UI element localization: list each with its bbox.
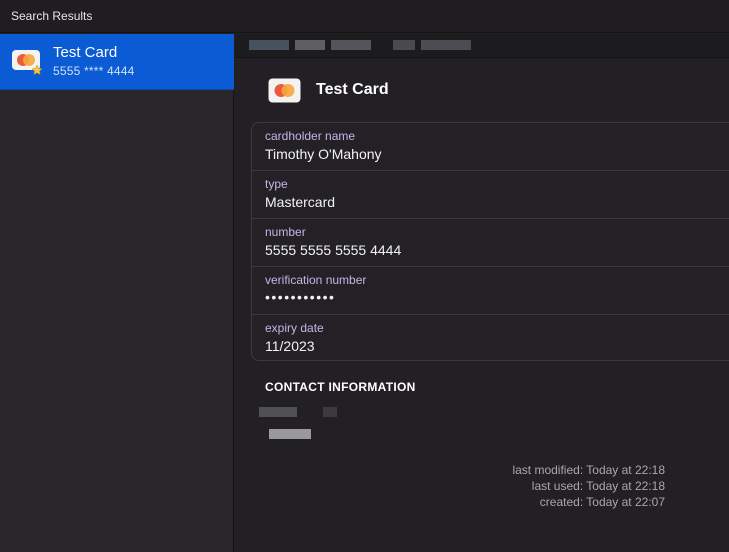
field-value-masked: •••••••••••	[265, 289, 336, 305]
last-used: last used: Today at 22:18	[531, 479, 665, 493]
card-fields: cardholder name Timothy O'Mahony type Ma…	[251, 122, 729, 361]
result-item-test-card[interactable]: Test Card 5555 **** 4444	[0, 34, 234, 90]
field-label: type	[265, 177, 288, 191]
result-title: Test Card	[53, 44, 118, 61]
header-title: Search Results	[11, 9, 93, 23]
mastercard-icon	[268, 78, 301, 103]
last-modified: last modified: Today at 22:18	[512, 463, 665, 477]
contact-information-heading: CONTACT INFORMATION	[265, 380, 416, 394]
field-value: 5555 5555 5555 4444	[265, 242, 402, 258]
field-expiry-date[interactable]: expiry date 11/2023	[252, 315, 729, 360]
redacted-banner	[235, 34, 729, 58]
field-label: cardholder name	[265, 129, 356, 143]
field-value: Mastercard	[265, 194, 336, 210]
field-cardholder-name[interactable]: cardholder name Timothy O'Mahony	[252, 123, 729, 171]
field-label: expiry date	[265, 321, 324, 335]
search-results-header: Search Results	[0, 0, 729, 33]
created: created: Today at 22:07	[539, 495, 665, 509]
detail-pane: Test Card cardholder name Timothy O'Maho…	[235, 34, 729, 552]
credit-card-icon	[12, 50, 43, 75]
app-window: Search Results Test Card 5555 **** 4444	[0, 0, 729, 552]
field-label: verification number	[265, 273, 367, 287]
field-type[interactable]: type Mastercard	[252, 171, 729, 219]
item-metadata: last modified: Today at 22:18 last used:…	[405, 462, 665, 510]
item-title: Test Card	[316, 81, 389, 98]
field-value: Timothy O'Mahony	[265, 146, 382, 162]
result-subtitle: 5555 **** 4444	[53, 64, 135, 78]
results-sidebar: Test Card 5555 **** 4444	[0, 34, 234, 552]
field-value: 11/2023	[265, 338, 315, 354]
field-verification-number[interactable]: verification number •••••••••••	[252, 267, 729, 315]
field-label: number	[265, 225, 306, 239]
field-number[interactable]: number 5555 5555 5555 4444	[252, 219, 729, 267]
